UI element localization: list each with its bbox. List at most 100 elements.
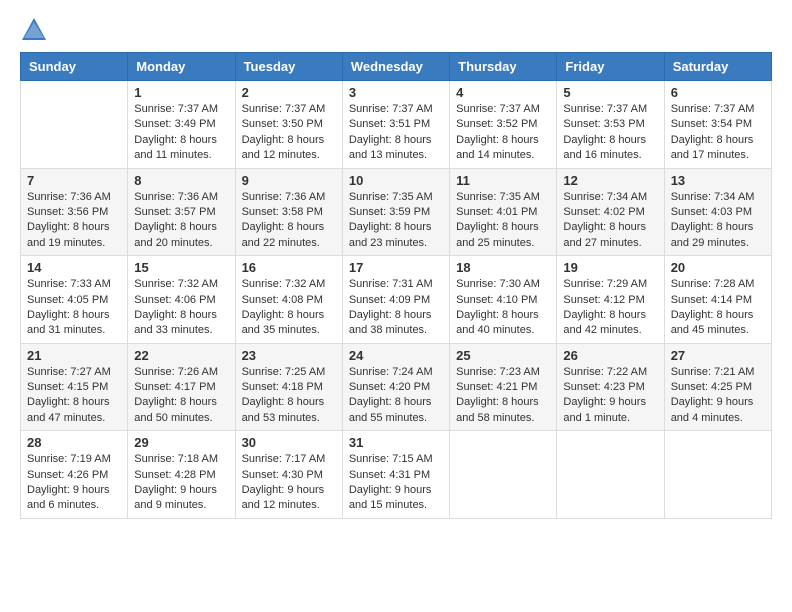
day-info: Sunrise: 7:37 AM Sunset: 3:54 PM Dayligh… bbox=[671, 102, 765, 164]
calendar-cell: 15 Sunrise: 7:32 AM Sunset: 4:06 PM Dayli… bbox=[128, 256, 235, 344]
calendar-cell: 13 Sunrise: 7:34 AM Sunset: 4:03 PM Dayli… bbox=[664, 168, 771, 256]
day-info: Sunrise: 7:34 AM Sunset: 4:02 PM Dayligh… bbox=[563, 190, 657, 252]
calendar-cell: 3 Sunrise: 7:37 AM Sunset: 3:51 PM Daylig… bbox=[342, 81, 449, 169]
calendar-week-5: 28 Sunrise: 7:19 AM Sunset: 4:26 PM Dayli… bbox=[21, 431, 772, 519]
calendar-cell: 24 Sunrise: 7:24 AM Sunset: 4:20 PM Dayli… bbox=[342, 343, 449, 431]
day-number: 17 bbox=[349, 260, 443, 275]
calendar-cell: 7 Sunrise: 7:36 AM Sunset: 3:56 PM Daylig… bbox=[21, 168, 128, 256]
day-number: 9 bbox=[242, 173, 336, 188]
day-number: 13 bbox=[671, 173, 765, 188]
day-number: 19 bbox=[563, 260, 657, 275]
day-number: 31 bbox=[349, 435, 443, 450]
day-info: Sunrise: 7:15 AM Sunset: 4:31 PM Dayligh… bbox=[349, 452, 443, 514]
day-number: 26 bbox=[563, 348, 657, 363]
day-number: 24 bbox=[349, 348, 443, 363]
weekday-header-tuesday: Tuesday bbox=[235, 53, 342, 81]
calendar-cell: 2 Sunrise: 7:37 AM Sunset: 3:50 PM Daylig… bbox=[235, 81, 342, 169]
day-info: Sunrise: 7:25 AM Sunset: 4:18 PM Dayligh… bbox=[242, 365, 336, 427]
calendar-cell: 29 Sunrise: 7:18 AM Sunset: 4:28 PM Dayli… bbox=[128, 431, 235, 519]
calendar-cell: 25 Sunrise: 7:23 AM Sunset: 4:21 PM Dayli… bbox=[450, 343, 557, 431]
day-info: Sunrise: 7:37 AM Sunset: 3:52 PM Dayligh… bbox=[456, 102, 550, 164]
calendar-cell: 14 Sunrise: 7:33 AM Sunset: 4:05 PM Dayli… bbox=[21, 256, 128, 344]
weekday-header-sunday: Sunday bbox=[21, 53, 128, 81]
calendar-container: SundayMondayTuesdayWednesdayThursdayFrid… bbox=[0, 52, 792, 529]
day-number: 23 bbox=[242, 348, 336, 363]
day-number: 15 bbox=[134, 260, 228, 275]
calendar-week-3: 14 Sunrise: 7:33 AM Sunset: 4:05 PM Dayli… bbox=[21, 256, 772, 344]
weekday-header-friday: Friday bbox=[557, 53, 664, 81]
day-number: 20 bbox=[671, 260, 765, 275]
calendar-week-2: 7 Sunrise: 7:36 AM Sunset: 3:56 PM Daylig… bbox=[21, 168, 772, 256]
day-number: 25 bbox=[456, 348, 550, 363]
weekday-header-monday: Monday bbox=[128, 53, 235, 81]
day-info: Sunrise: 7:21 AM Sunset: 4:25 PM Dayligh… bbox=[671, 365, 765, 427]
day-info: Sunrise: 7:33 AM Sunset: 4:05 PM Dayligh… bbox=[27, 277, 121, 339]
calendar-cell: 10Sunrise: 7:35 AM Sunset: 3:59 PM Dayli… bbox=[342, 168, 449, 256]
calendar-table: SundayMondayTuesdayWednesdayThursdayFrid… bbox=[20, 52, 772, 519]
day-info: Sunrise: 7:37 AM Sunset: 3:49 PM Dayligh… bbox=[134, 102, 228, 164]
calendar-header: SundayMondayTuesdayWednesdayThursdayFrid… bbox=[21, 53, 772, 81]
calendar-cell: 27 Sunrise: 7:21 AM Sunset: 4:25 PM Dayli… bbox=[664, 343, 771, 431]
day-number: 21 bbox=[27, 348, 121, 363]
weekday-header-wednesday: Wednesday bbox=[342, 53, 449, 81]
day-info: Sunrise: 7:34 AM Sunset: 4:03 PM Dayligh… bbox=[671, 190, 765, 252]
calendar-cell: 4Sunrise: 7:37 AM Sunset: 3:52 PM Daylig… bbox=[450, 81, 557, 169]
day-number: 5 bbox=[563, 85, 657, 100]
day-info: Sunrise: 7:18 AM Sunset: 4:28 PM Dayligh… bbox=[134, 452, 228, 514]
day-info: Sunrise: 7:35 AM Sunset: 3:59 PM Dayligh… bbox=[349, 190, 443, 252]
day-info: Sunrise: 7:32 AM Sunset: 4:06 PM Dayligh… bbox=[134, 277, 228, 339]
calendar-cell: 5 Sunrise: 7:37 AM Sunset: 3:53 PM Daylig… bbox=[557, 81, 664, 169]
calendar-cell: 17 Sunrise: 7:31 AM Sunset: 4:09 PM Dayli… bbox=[342, 256, 449, 344]
logo-icon bbox=[20, 16, 48, 44]
weekday-header-thursday: Thursday bbox=[450, 53, 557, 81]
calendar-cell: 9Sunrise: 7:36 AM Sunset: 3:58 PM Daylig… bbox=[235, 168, 342, 256]
day-number: 14 bbox=[27, 260, 121, 275]
calendar-cell: 26 Sunrise: 7:22 AM Sunset: 4:23 PM Dayli… bbox=[557, 343, 664, 431]
calendar-cell: 23 Sunrise: 7:25 AM Sunset: 4:18 PM Dayli… bbox=[235, 343, 342, 431]
day-info: Sunrise: 7:26 AM Sunset: 4:17 PM Dayligh… bbox=[134, 365, 228, 427]
day-number: 6 bbox=[671, 85, 765, 100]
calendar-cell: 1 Sunrise: 7:37 AM Sunset: 3:49 PM Daylig… bbox=[128, 81, 235, 169]
day-info: Sunrise: 7:28 AM Sunset: 4:14 PM Dayligh… bbox=[671, 277, 765, 339]
day-info: Sunrise: 7:23 AM Sunset: 4:21 PM Dayligh… bbox=[456, 365, 550, 427]
calendar-cell: 11Sunrise: 7:35 AM Sunset: 4:01 PM Dayli… bbox=[450, 168, 557, 256]
day-number: 1 bbox=[134, 85, 228, 100]
calendar-cell: 12Sunrise: 7:34 AM Sunset: 4:02 PM Dayli… bbox=[557, 168, 664, 256]
day-info: Sunrise: 7:24 AM Sunset: 4:20 PM Dayligh… bbox=[349, 365, 443, 427]
day-number: 2 bbox=[242, 85, 336, 100]
day-info: Sunrise: 7:19 AM Sunset: 4:26 PM Dayligh… bbox=[27, 452, 121, 514]
day-info: Sunrise: 7:36 AM Sunset: 3:56 PM Dayligh… bbox=[27, 190, 121, 252]
day-number: 16 bbox=[242, 260, 336, 275]
calendar-cell bbox=[450, 431, 557, 519]
page-header bbox=[0, 0, 792, 52]
day-number: 18 bbox=[456, 260, 550, 275]
calendar-week-1: 1 Sunrise: 7:37 AM Sunset: 3:49 PM Daylig… bbox=[21, 81, 772, 169]
day-number: 3 bbox=[349, 85, 443, 100]
calendar-cell: 31 Sunrise: 7:15 AM Sunset: 4:31 PM Dayli… bbox=[342, 431, 449, 519]
calendar-cell bbox=[21, 81, 128, 169]
day-info: Sunrise: 7:35 AM Sunset: 4:01 PM Dayligh… bbox=[456, 190, 550, 252]
day-number: 29 bbox=[134, 435, 228, 450]
day-info: Sunrise: 7:37 AM Sunset: 3:53 PM Dayligh… bbox=[563, 102, 657, 164]
day-number: 8 bbox=[134, 173, 228, 188]
day-info: Sunrise: 7:36 AM Sunset: 3:57 PM Dayligh… bbox=[134, 190, 228, 252]
weekday-header-row: SundayMondayTuesdayWednesdayThursdayFrid… bbox=[21, 53, 772, 81]
day-info: Sunrise: 7:37 AM Sunset: 3:50 PM Dayligh… bbox=[242, 102, 336, 164]
calendar-cell: 30 Sunrise: 7:17 AM Sunset: 4:30 PM Dayli… bbox=[235, 431, 342, 519]
day-info: Sunrise: 7:22 AM Sunset: 4:23 PM Dayligh… bbox=[563, 365, 657, 427]
calendar-body: 1 Sunrise: 7:37 AM Sunset: 3:49 PM Daylig… bbox=[21, 81, 772, 519]
calendar-cell bbox=[557, 431, 664, 519]
day-number: 28 bbox=[27, 435, 121, 450]
day-info: Sunrise: 7:37 AM Sunset: 3:51 PM Dayligh… bbox=[349, 102, 443, 164]
day-info: Sunrise: 7:17 AM Sunset: 4:30 PM Dayligh… bbox=[242, 452, 336, 514]
logo bbox=[20, 16, 52, 44]
day-number: 22 bbox=[134, 348, 228, 363]
day-number: 27 bbox=[671, 348, 765, 363]
day-info: Sunrise: 7:31 AM Sunset: 4:09 PM Dayligh… bbox=[349, 277, 443, 339]
calendar-cell: 20 Sunrise: 7:28 AM Sunset: 4:14 PM Dayli… bbox=[664, 256, 771, 344]
day-number: 30 bbox=[242, 435, 336, 450]
calendar-cell: 16Sunrise: 7:32 AM Sunset: 4:08 PM Dayli… bbox=[235, 256, 342, 344]
day-number: 7 bbox=[27, 173, 121, 188]
calendar-cell: 22 Sunrise: 7:26 AM Sunset: 4:17 PM Dayli… bbox=[128, 343, 235, 431]
calendar-cell: 19Sunrise: 7:29 AM Sunset: 4:12 PM Dayli… bbox=[557, 256, 664, 344]
